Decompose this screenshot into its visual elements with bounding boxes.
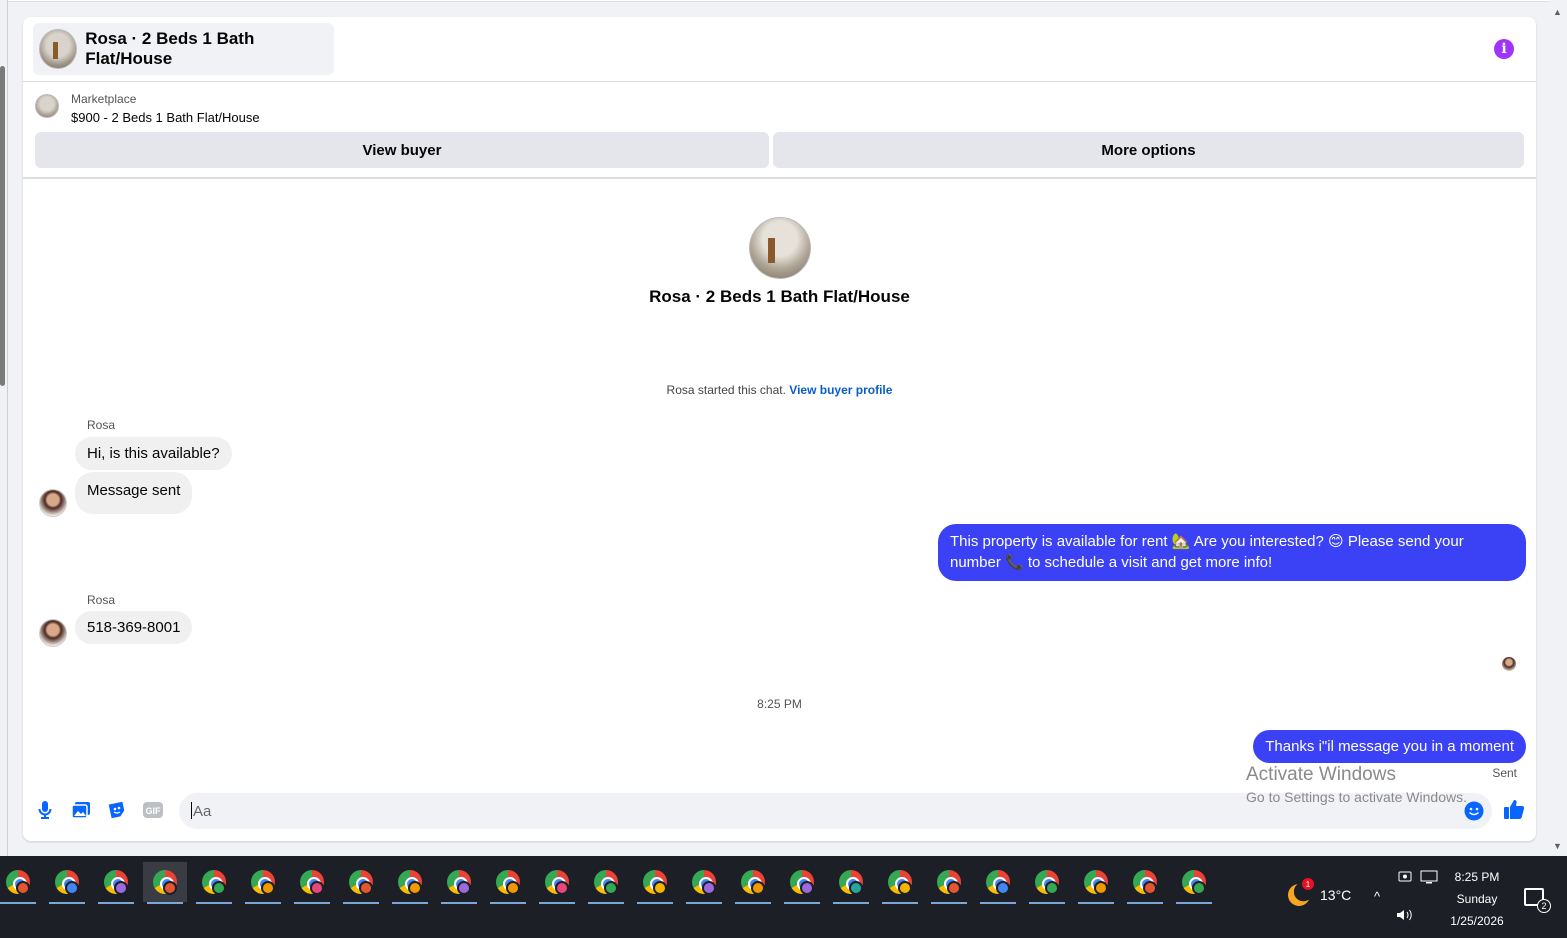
like-thumb-icon[interactable] <box>1503 798 1525 820</box>
scroll-down-arrow-icon[interactable]: ▼ <box>1553 842 1562 851</box>
chrome-taskbar-icon[interactable] <box>780 862 824 904</box>
clock-time: 8:25 PM <box>1454 870 1500 884</box>
chrome-taskbar-icon[interactable] <box>633 862 677 904</box>
chrome-taskbar-icon[interactable] <box>437 862 481 904</box>
watermark-subtitle: Go to Settings to activate Windows. <box>1246 789 1467 805</box>
svg-text:GIF: GIF <box>146 806 162 816</box>
chrome-taskbar-icon[interactable] <box>976 862 1020 904</box>
marketplace-label: Marketplace <box>71 92 137 106</box>
clock-date: 1/25/2026 <box>1450 914 1504 928</box>
chrome-taskbar-icon[interactable] <box>1025 862 1069 904</box>
weather-widget[interactable]: 1 13°C <box>1288 878 1352 906</box>
chat-panel: Rosa · 2 Beds 1 Bath Flat/House i Market… <box>23 17 1536 841</box>
chat-started-notice: Rosa started this chat. View buyer profi… <box>23 383 1536 397</box>
activate-windows-watermark: Activate Windows Go to Settings to activ… <box>1246 764 1467 805</box>
meet-now-icon[interactable] <box>1398 870 1412 887</box>
chrome-taskbar-icon[interactable] <box>878 862 922 904</box>
chrome-taskbar-icon[interactable] <box>1074 862 1118 904</box>
chrome-taskbar-icon[interactable] <box>388 862 432 904</box>
gif-icon[interactable]: GIF <box>142 799 164 821</box>
sender-name: Rosa <box>87 593 116 607</box>
chrome-taskbar-icon[interactable] <box>486 862 530 904</box>
message-bubble-in[interactable]: 518-369-8001 <box>75 611 193 644</box>
chrome-taskbar-icon[interactable] <box>584 862 628 904</box>
chrome-taskbar-icon[interactable] <box>535 862 579 904</box>
watermark-title: Activate Windows <box>1246 764 1396 785</box>
started-text: Rosa started this chat. <box>666 383 786 397</box>
taskbar-clock[interactable]: 8:25 PM Sunday 1/25/2026 <box>1440 866 1514 932</box>
seen-receipt-avatar <box>1502 657 1516 671</box>
notification-count: 2 <box>1537 899 1551 913</box>
network-monitor-icon[interactable] <box>1420 870 1438 887</box>
weather-temperature: 13°C <box>1320 887 1352 903</box>
top-divider <box>8 0 1549 2</box>
show-hidden-icons-chevron-icon[interactable]: ^ <box>1374 889 1380 904</box>
chrome-taskbar-icon[interactable] <box>339 862 383 904</box>
notification-center-icon[interactable]: 2 <box>1524 888 1551 913</box>
clock-day: Sunday <box>1456 892 1498 906</box>
listing-banner: Marketplace $900 - 2 Beds 1 Bath Flat/Ho… <box>23 82 1536 179</box>
listing-avatar <box>39 29 78 69</box>
chrome-taskbar-icon[interactable] <box>241 862 285 904</box>
chrome-taskbar-icon[interactable] <box>143 862 187 904</box>
rosa-avatar[interactable] <box>39 489 67 517</box>
message-bubble-out[interactable]: This property is available for rent 🏡 Ar… <box>938 524 1526 581</box>
chrome-taskbar-icon[interactable] <box>829 862 873 904</box>
chrome-taskbar-icon[interactable] <box>290 862 334 904</box>
right-scrollbar[interactable]: ▲ ▼ <box>1549 0 1567 856</box>
view-buyer-button[interactable]: View buyer <box>35 132 769 168</box>
sticker-icon[interactable] <box>106 799 128 821</box>
info-icon[interactable]: i <box>1494 39 1514 59</box>
volume-icon[interactable] <box>1396 908 1414 925</box>
listing-thumbnail[interactable] <box>35 94 59 118</box>
photo-icon[interactable] <box>70 799 92 821</box>
conversation-title-button[interactable]: Rosa · 2 Beds 1 Bath Flat/House <box>33 23 334 75</box>
sender-name: Rosa <box>87 418 116 432</box>
chrome-taskbar-icon[interactable] <box>1123 862 1167 904</box>
chat-header: Rosa · 2 Beds 1 Bath Flat/House i <box>23 17 1536 82</box>
view-buyer-profile-link[interactable]: View buyer profile <box>789 383 892 397</box>
message-thread: Rosa · 2 Beds 1 Bath Flat/House Rosa sta… <box>23 179 1536 784</box>
time-separator: 8:25 PM <box>757 697 802 711</box>
message-bubble-in[interactable]: Hi, is this available? <box>75 437 232 470</box>
chrome-taskbar-icon[interactable] <box>731 862 775 904</box>
more-options-button[interactable]: More options <box>773 132 1524 168</box>
chrome-taskbar-icon[interactable] <box>45 862 89 904</box>
left-scrollbar[interactable] <box>0 0 8 856</box>
listing-price[interactable]: $900 - 2 Beds 1 Bath Flat/House <box>71 110 260 125</box>
scroll-up-arrow-icon[interactable]: ▲ <box>1553 8 1562 17</box>
conversation-title: Rosa · 2 Beds 1 Bath Flat/House <box>85 29 255 68</box>
weather-badge: 1 <box>1302 878 1314 890</box>
intro-title: Rosa · 2 Beds 1 Bath Flat/House <box>649 287 910 306</box>
sent-status: Sent <box>1492 766 1517 780</box>
microphone-icon[interactable] <box>34 799 56 821</box>
left-scrollbar-thumb[interactable] <box>0 66 5 386</box>
moon-weather-icon: 1 <box>1288 878 1314 906</box>
message-bubble-in[interactable]: Message sent <box>75 472 193 514</box>
chrome-taskbar-icon[interactable] <box>927 862 971 904</box>
rosa-avatar[interactable] <box>39 619 67 647</box>
chrome-taskbar-icon[interactable] <box>1172 862 1216 904</box>
chrome-taskbar-icon[interactable] <box>0 862 40 904</box>
chrome-taskbar-icon[interactable] <box>192 862 236 904</box>
message-bubble-out[interactable]: Thanks i"il message you in a moment <box>1253 730 1526 763</box>
message-input-placeholder: Aa <box>193 803 212 820</box>
intro-avatar <box>749 217 811 279</box>
chrome-taskbar-icon[interactable] <box>682 862 726 904</box>
chrome-taskbar-icon[interactable] <box>94 862 138 904</box>
